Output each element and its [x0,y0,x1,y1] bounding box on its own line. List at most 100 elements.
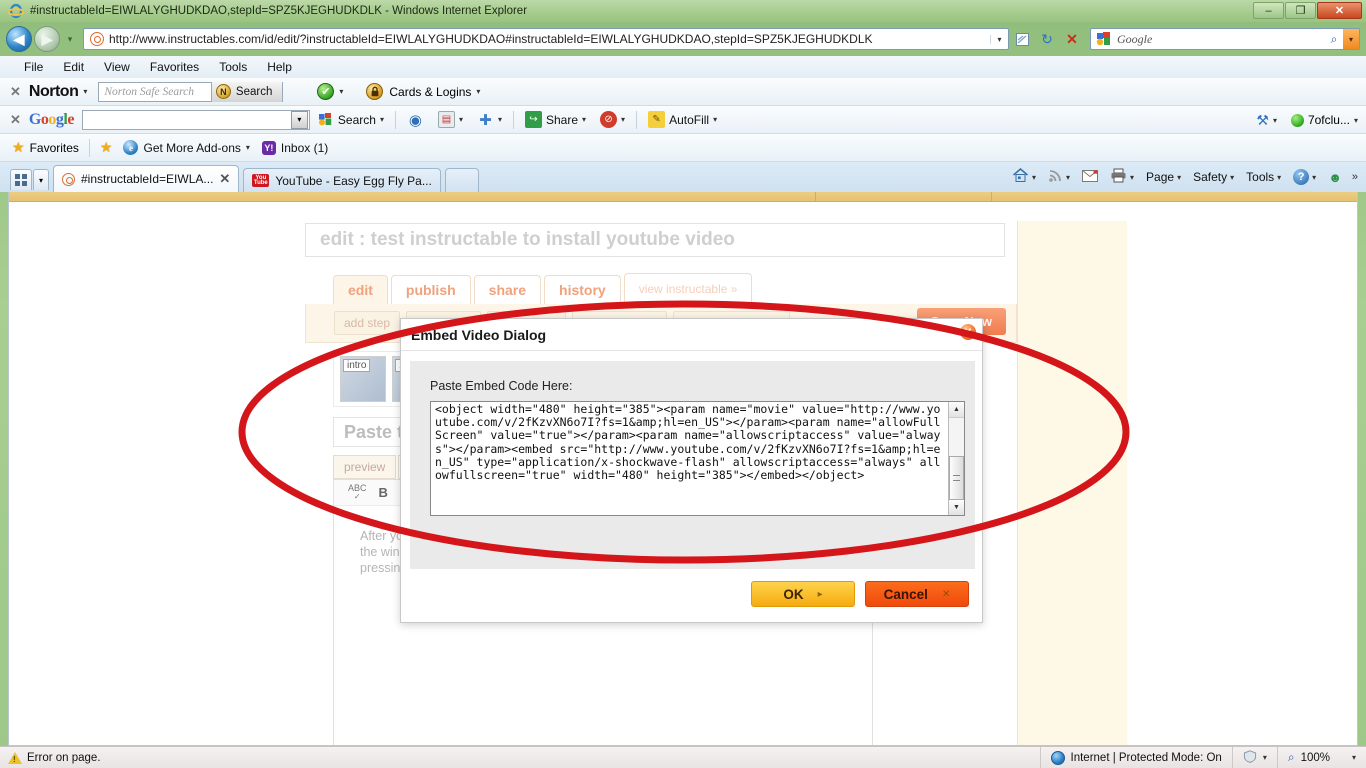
command-overflow-button[interactable]: » [1348,171,1362,183]
minimize-button[interactable]: – [1253,2,1284,19]
home-button[interactable]: ▾ [1006,167,1042,187]
norton-toolbar-close-icon[interactable]: ✕ [10,84,21,100]
norton-safe-caret-icon[interactable]: ▾ [339,87,343,96]
tab-publish[interactable]: publish [390,275,471,304]
ok-button[interactable]: OK ▸ [751,581,855,607]
scroll-down-icon[interactable]: ▼ [948,499,964,515]
norton-menu-caret-icon[interactable]: ▾ [83,87,87,96]
tab-edit[interactable]: edit [333,275,388,304]
share-caret-icon[interactable]: ▾ [582,115,586,124]
settings-caret-icon[interactable]: ▾ [1273,116,1277,125]
address-dropdown-icon[interactable]: ▾ [990,34,1008,44]
scrollbar-thumb[interactable] [948,456,964,500]
page-menu-button[interactable]: Page ▾ [1140,170,1187,184]
search-icon[interactable]: ⌕ [1325,32,1343,47]
scroll-up-icon[interactable]: ▲ [948,402,964,418]
menu-file[interactable]: File [14,58,53,76]
google-toolbar-close-icon[interactable]: ✕ [10,112,21,128]
get-more-addons-item[interactable]: e Get More Add-ons ▾ [117,140,255,155]
google-translate-button[interactable]: ▤ ▾ [431,111,470,128]
google-search-input[interactable]: ▾ [81,109,310,130]
new-tab-button[interactable] [444,168,479,192]
spellcheck-icon[interactable]: ABC ✓ [348,484,367,501]
more-caret-icon[interactable]: ▾ [498,115,502,124]
view-instructable-link[interactable]: view instructable » [623,273,753,304]
cancel-button[interactable]: Cancel ✕ [865,581,969,607]
people-button[interactable]: ☻ [1322,170,1348,185]
addons-caret-icon[interactable]: ▾ [246,143,250,152]
error-warning-icon[interactable] [8,751,22,764]
security-zone[interactable]: Internet | Protected Mode: On [1039,746,1232,768]
tab-youtube[interactable]: You Tube YouTube - Easy Egg Fly Pa... [243,168,441,192]
bold-icon[interactable]: B [379,485,388,500]
popup-blocker-button[interactable]: ⊘ ▾ [593,111,632,128]
account-name[interactable]: 7ofclu... [1308,113,1350,127]
popup-blocker-caret-icon[interactable]: ▾ [621,115,625,124]
scrollbar-track[interactable] [948,418,964,500]
close-button[interactable]: ✕ [1317,2,1362,19]
print-button[interactable]: ▾ [1104,168,1140,186]
protected-mode-caret-icon[interactable]: ▾ [1263,753,1267,762]
google-share-button[interactable]: ↪ Share ▾ [518,111,593,128]
textarea-scrollbar[interactable]: ▲ ▼ [948,402,964,515]
help-menu-button[interactable]: ? ▾ [1287,169,1322,185]
google-more-button[interactable]: ✚ ▾ [470,111,509,129]
search-box[interactable]: Google ⌕ ▾ [1090,28,1360,50]
embed-code-textarea[interactable]: <object width="480" height="385"><param … [430,401,965,516]
protected-mode-indicator[interactable]: ▾ [1231,746,1277,768]
menu-help[interactable]: Help [257,58,302,76]
back-button[interactable]: ◀ [6,26,32,52]
safety-menu-caret-icon[interactable]: ▾ [1230,173,1234,182]
feeds-button[interactable]: ▾ [1042,168,1076,186]
cards-logins-label[interactable]: Cards & Logins [389,85,471,99]
refresh-button[interactable]: ↻ [1035,27,1059,51]
google-search-caret-icon[interactable]: ▾ [380,115,384,124]
restore-button[interactable]: ❐ [1285,2,1316,19]
quick-tabs-button[interactable] [10,169,32,190]
safety-menu-button[interactable]: Safety ▾ [1187,170,1240,184]
account-caret-icon[interactable]: ▾ [1354,116,1358,125]
menu-favorites[interactable]: Favorites [140,58,209,76]
menu-tools[interactable]: Tools [209,58,257,76]
tab-list-button[interactable]: ▾ [33,169,49,190]
tab-history[interactable]: history [544,275,621,304]
autofill-caret-icon[interactable]: ▾ [713,115,717,124]
address-bar[interactable]: http://www.instructables.com/id/edit/?in… [83,28,1009,50]
dialog-close-icon[interactable]: ✕ [960,324,976,340]
feeds-caret-icon[interactable]: ▾ [1066,173,1070,182]
norton-safe-check-icon[interactable]: ✔ [317,83,335,100]
help-caret-icon[interactable]: ▾ [1312,173,1316,182]
cards-logins-caret-icon[interactable]: ▾ [476,87,480,96]
tab-instructables[interactable]: #instructableId=EIWLA... ✕ [53,165,240,192]
forward-button[interactable]: ▶ [34,26,60,52]
embed-code-value[interactable]: <object width="480" height="385"><param … [431,402,948,515]
zoom-caret-icon[interactable]: ▾ [1352,753,1356,762]
translate-caret-icon[interactable]: ▾ [459,115,463,124]
instructable-title-field[interactable]: edit : test instructable to install yout… [305,223,1005,257]
stop-button[interactable]: ✕ [1060,27,1084,51]
inbox-item[interactable]: Y! Inbox (1) [256,140,334,155]
mail-button[interactable] [1076,169,1104,185]
tools-menu-caret-icon[interactable]: ▾ [1277,173,1281,182]
tab-preview[interactable]: preview [333,455,397,479]
norton-search-box[interactable]: Norton Safe Search N Search [98,81,284,102]
autofill-button[interactable]: ✎ AutoFill ▾ [641,111,724,128]
add-step-button[interactable]: add step [334,311,401,335]
google-search-button[interactable]: Search ▾ [310,111,391,128]
compatibility-view-button[interactable] [1010,27,1034,51]
menu-edit[interactable]: Edit [53,58,94,76]
favorites-button[interactable]: Favorites [30,141,79,155]
search-input[interactable]: Google [1117,32,1325,47]
zoom-control[interactable]: ⌕ 100% ▾ [1276,746,1366,768]
search-provider-dropdown[interactable]: ▾ [1343,29,1359,49]
page-menu-caret-icon[interactable]: ▾ [1177,173,1181,182]
recent-pages-button[interactable]: ▾ [63,34,77,45]
print-caret-icon[interactable]: ▾ [1130,173,1134,182]
add-favorite-star-icon[interactable]: ★ [100,139,113,156]
settings-wrench-icon[interactable]: ⚒ [1256,112,1269,129]
google-search-history-dropdown[interactable]: ▾ [290,110,308,129]
tab-share[interactable]: share [473,275,542,304]
home-caret-icon[interactable]: ▾ [1032,173,1036,182]
tools-menu-button[interactable]: Tools ▾ [1240,170,1287,184]
norton-search-input[interactable]: Norton Safe Search [99,86,211,98]
